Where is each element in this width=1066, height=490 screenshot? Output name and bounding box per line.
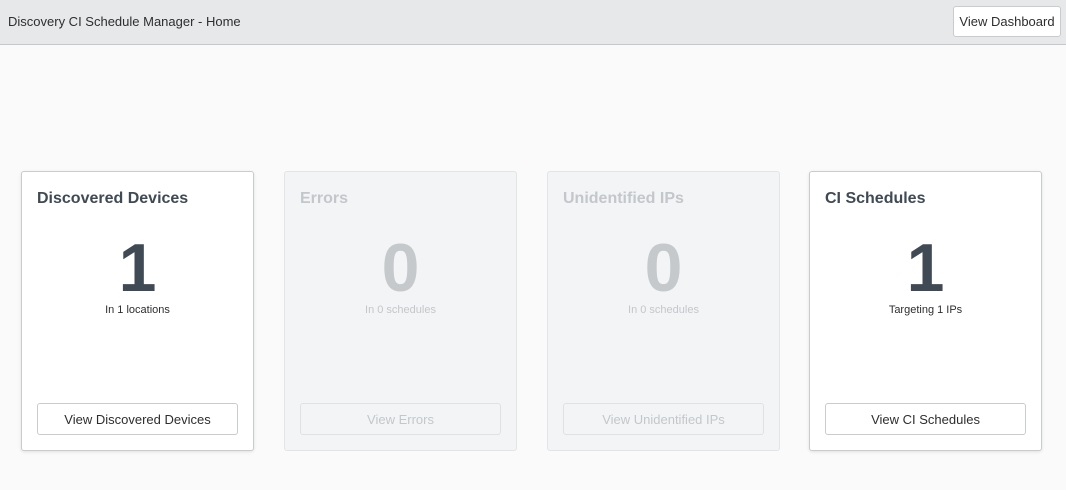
card-count: 1 [906, 230, 945, 306]
page-title: Discovery CI Schedule Manager - Home [8, 14, 241, 29]
app-header: Discovery CI Schedule Manager - Home Vie… [0, 0, 1066, 45]
view-errors-button: View Errors [300, 403, 501, 435]
discovered-devices-card: Discovered Devices 1 In 1 locations View… [21, 171, 254, 451]
view-ci-schedules-button[interactable]: View CI Schedules [825, 403, 1026, 435]
unidentified-ips-card: Unidentified IPs 0 In 0 schedules View U… [547, 171, 780, 451]
view-unidentified-ips-button: View Unidentified IPs [563, 403, 764, 435]
ci-schedules-card: CI Schedules 1 Targeting 1 IPs View CI S… [809, 171, 1042, 451]
card-subtitle: In 1 locations [105, 304, 170, 316]
errors-card: Errors 0 In 0 schedules View Errors [284, 171, 517, 451]
card-title: Discovered Devices [37, 190, 189, 207]
card-title: CI Schedules [825, 190, 926, 207]
card-count: 1 [118, 230, 157, 306]
view-discovered-devices-button[interactable]: View Discovered Devices [37, 403, 238, 435]
card-title: Errors [300, 190, 349, 207]
card-count: 0 [381, 230, 420, 306]
card-subtitle: In 0 schedules [365, 304, 436, 316]
card-subtitle: In 0 schedules [628, 304, 699, 316]
view-dashboard-button[interactable]: View Dashboard [953, 6, 1061, 37]
card-subtitle: Targeting 1 IPs [888, 304, 963, 316]
card-title: Unidentified IPs [563, 190, 684, 207]
card-count: 0 [644, 230, 683, 306]
